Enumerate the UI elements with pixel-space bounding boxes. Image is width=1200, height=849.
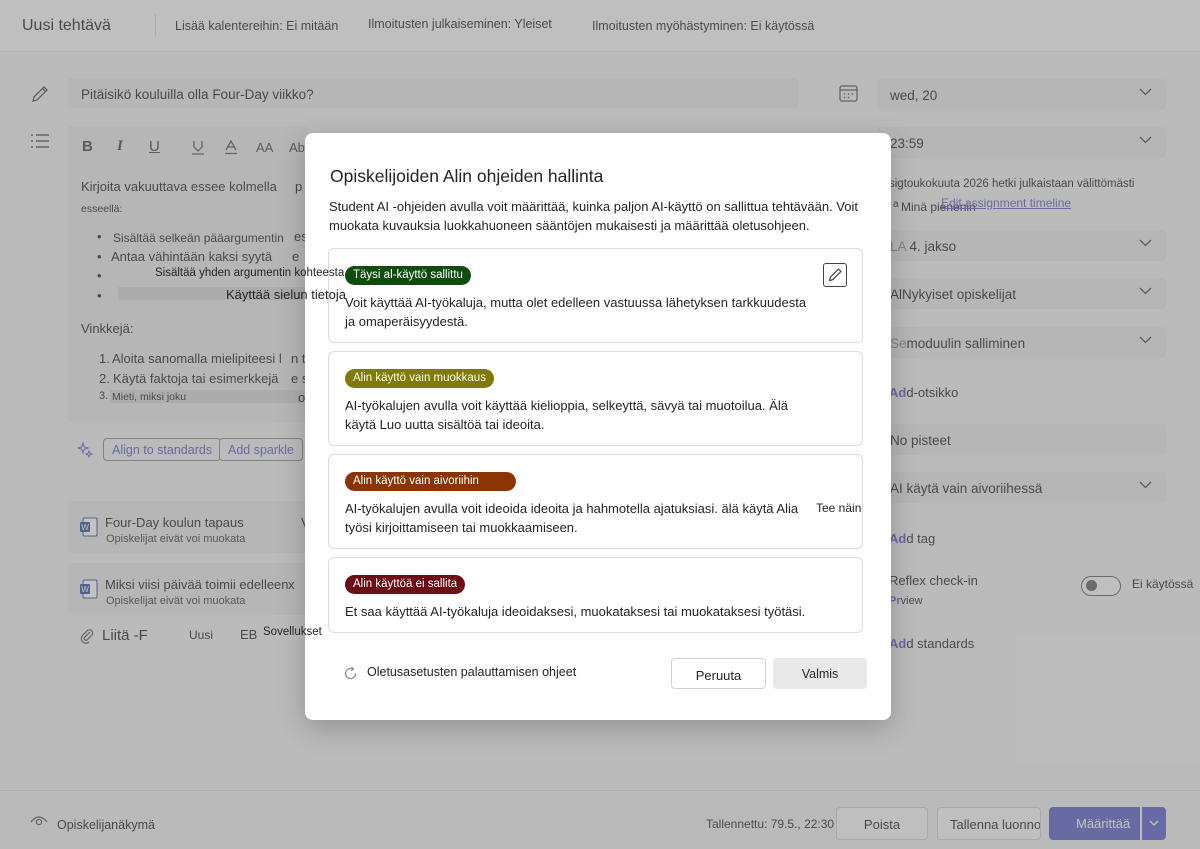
apps-button[interactable]: Sovellukset — [263, 626, 322, 638]
tee-nain-label: Tee näin — [816, 501, 862, 515]
ai-level-card-none[interactable]: Alin käyttöä ei sallita Et saa käyttää A… — [328, 557, 863, 633]
dialog-title: Opiskelijoiden Alin ohjeiden hallinta — [330, 166, 604, 186]
ai-level-badge: Täysi al-käyttö sallittu — [345, 266, 471, 285]
ai-level-badge: Alin käyttö vain aivoriihin — [345, 472, 516, 491]
edit-button[interactable] — [823, 263, 847, 287]
list-item: Sisältää yhden argumentin kohteesta — [155, 267, 345, 279]
ai-level-card-brainstorm[interactable]: Alin käyttö vain aivoriihin AI-työkaluje… — [328, 454, 863, 549]
refresh-icon — [343, 666, 358, 681]
ai-guidelines-dialog: Opiskelijoiden Alin ohjeiden hallinta St… — [305, 133, 891, 720]
ai-level-card-full[interactable]: Täysi al-käyttö sallittu Voit käyttää AI… — [328, 248, 863, 343]
done-button[interactable]: Valmis — [773, 658, 867, 689]
ai-level-description: AI-työkalujen avulla voit käyttää kielio… — [345, 398, 788, 432]
ai-level-badge: Alin käyttö vain muokkaus — [345, 369, 494, 388]
ai-level-description: Et saa käyttää AI-työkaluja ideoidaksesi… — [345, 604, 806, 619]
ai-level-description: AI-työkalujen avulla voit ideoida ideoit… — [345, 501, 799, 535]
ai-level-card-editing[interactable]: Alin käyttö vain muokkaus AI-työkalujen … — [328, 351, 863, 446]
list-item: Käyttää sielun tietoja — [226, 287, 346, 302]
reset-defaults-link[interactable]: Oletusasetusten palauttamisen ohjeet — [367, 665, 576, 679]
pencil-icon — [827, 267, 843, 283]
ai-level-description: Voit käyttää AI-työkaluja, mutta olet ed… — [345, 295, 807, 329]
dialog-description: Student AI -ohjeiden avulla voit määritt… — [329, 199, 858, 233]
ai-level-badge: Alin käyttöä ei sallita — [345, 575, 466, 594]
cancel-button[interactable]: Peruuta — [671, 658, 766, 689]
